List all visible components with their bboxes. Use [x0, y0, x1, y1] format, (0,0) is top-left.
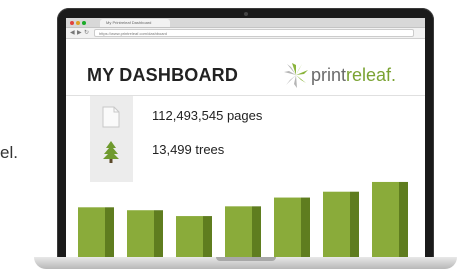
chart-bar-side [350, 191, 359, 258]
maximize-window-button[interactable] [82, 21, 86, 25]
address-bar[interactable]: https://www.printreleaf.com/dashboard [94, 29, 414, 37]
chart-bar [127, 210, 154, 258]
chart-bar [274, 197, 301, 258]
pages-count: 112,493,545 pages [152, 108, 263, 123]
browser-tab[interactable]: My Printreleaf Dashboard [100, 19, 170, 27]
close-window-button[interactable] [70, 21, 74, 25]
browser-toolbar: ◀ ▶ ↻ https://www.printreleaf.com/dashbo… [66, 28, 425, 39]
chart-bar [225, 206, 252, 258]
dashboard-header: MY DASHBOARD printreleaf. [66, 39, 425, 96]
logo-text-suffix: . [391, 65, 397, 85]
laptop-lid-notch [215, 257, 276, 261]
reload-icon[interactable]: ↻ [84, 29, 89, 37]
bar-chart [78, 181, 408, 258]
webcam [243, 12, 248, 16]
chart-bar [323, 191, 350, 258]
tree-icon [103, 141, 119, 163]
logo-text-accent: releaf [346, 65, 392, 85]
forward-arrow-icon[interactable]: ▶ [77, 29, 82, 37]
laptop-screen: My Printreleaf Dashboard ◀ ▶ ↻ https://w… [66, 18, 425, 258]
background-text-fragment: el. [0, 143, 18, 162]
chart-bar-side [252, 206, 261, 258]
logo-wordmark: printreleaf. [311, 65, 396, 86]
browser-tab-bar: My Printreleaf Dashboard [66, 18, 425, 28]
laptop-base [34, 257, 457, 269]
page-icon [102, 106, 120, 128]
chart-bar [372, 181, 399, 258]
chart-bar-side [154, 210, 163, 258]
chart-bar [176, 216, 203, 258]
page-title: MY DASHBOARD [87, 65, 239, 85]
laptop-screen-bezel: My Printreleaf Dashboard ◀ ▶ ↻ https://w… [57, 8, 434, 258]
back-arrow-icon[interactable]: ◀ [70, 29, 75, 37]
printreleaf-logo: printreleaf. [282, 60, 412, 92]
logo-text-prefix: print [311, 65, 347, 85]
chart-bar-side [301, 197, 310, 258]
chart-bar [78, 207, 105, 258]
chart-bar-side [399, 181, 408, 258]
minimize-window-button[interactable] [76, 21, 80, 25]
leaf-burst-icon [284, 63, 308, 88]
chart-bar-side [105, 207, 114, 258]
chart-bar-side [203, 216, 212, 258]
trees-count: 13,499 trees [152, 142, 225, 157]
